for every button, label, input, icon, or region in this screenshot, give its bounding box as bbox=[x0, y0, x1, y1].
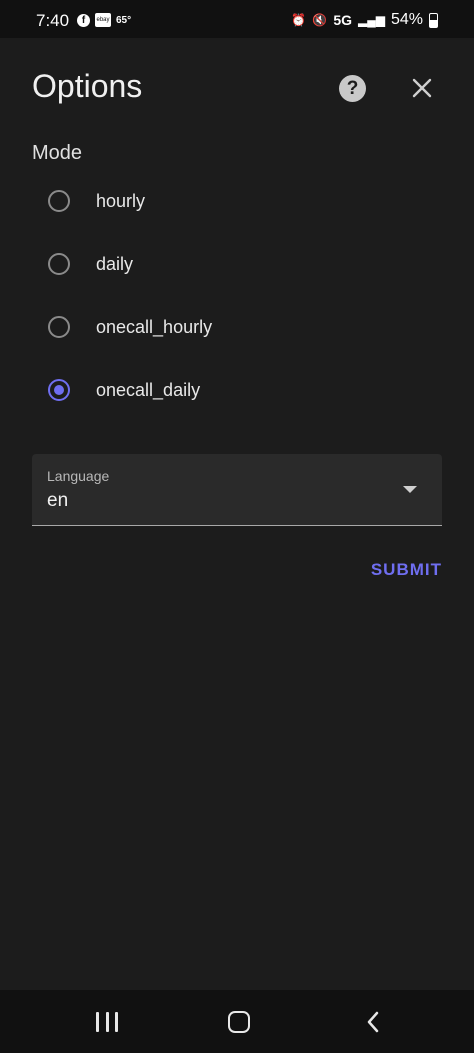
radio-button-selected[interactable] bbox=[48, 379, 70, 401]
radio-button[interactable] bbox=[48, 316, 70, 338]
status-temperature: 65° bbox=[116, 15, 132, 26]
radio-option-hourly[interactable]: hourly bbox=[48, 185, 145, 217]
radio-option-onecall-hourly[interactable]: onecall_hourly bbox=[48, 311, 212, 343]
radio-button[interactable] bbox=[48, 253, 70, 275]
close-icon[interactable] bbox=[408, 74, 436, 102]
radio-label: onecall_daily bbox=[96, 379, 201, 400]
submit-button[interactable]: SUBMIT bbox=[371, 560, 442, 580]
network-type: 5G bbox=[333, 12, 352, 28]
radio-label: daily bbox=[96, 253, 134, 274]
status-right-group: ⏰ 🔇 5G ▂▄▆ 54% bbox=[291, 11, 438, 29]
mute-icon: 🔇 bbox=[312, 13, 328, 27]
battery-icon bbox=[429, 12, 438, 28]
alarm-icon: ⏰ bbox=[291, 13, 307, 27]
radio-option-daily[interactable]: daily bbox=[48, 248, 133, 280]
status-bar: 7:40 f ebay 65° ⏰ 🔇 5G ▂▄▆ 54% bbox=[0, 0, 474, 38]
navigation-bar bbox=[0, 990, 474, 1053]
language-select-label: Language bbox=[47, 468, 110, 484]
mode-section-label: Mode bbox=[32, 142, 83, 164]
radio-option-onecall-daily[interactable]: onecall_daily bbox=[48, 374, 200, 406]
language-select-value: en bbox=[47, 490, 69, 511]
radio-label: hourly bbox=[96, 190, 146, 211]
radio-label: onecall_hourly bbox=[96, 316, 213, 337]
nav-recents-icon[interactable] bbox=[96, 1012, 118, 1032]
radio-button[interactable] bbox=[48, 190, 70, 212]
battery-percent: 54% bbox=[390, 11, 423, 28]
nav-back-icon[interactable] bbox=[364, 1010, 382, 1034]
dialog-title: Options bbox=[32, 68, 143, 104]
status-time: 7:40 bbox=[36, 11, 70, 30]
ebay-icon: ebay bbox=[95, 13, 111, 27]
signal-icon: ▂▄▆ bbox=[358, 13, 385, 27]
help-icon[interactable]: ? bbox=[339, 75, 366, 102]
facebook-icon: f bbox=[77, 14, 90, 27]
nav-home-icon[interactable] bbox=[228, 1011, 250, 1033]
dropdown-caret-icon[interactable] bbox=[403, 486, 417, 493]
language-select[interactable]: Language en bbox=[32, 454, 442, 526]
